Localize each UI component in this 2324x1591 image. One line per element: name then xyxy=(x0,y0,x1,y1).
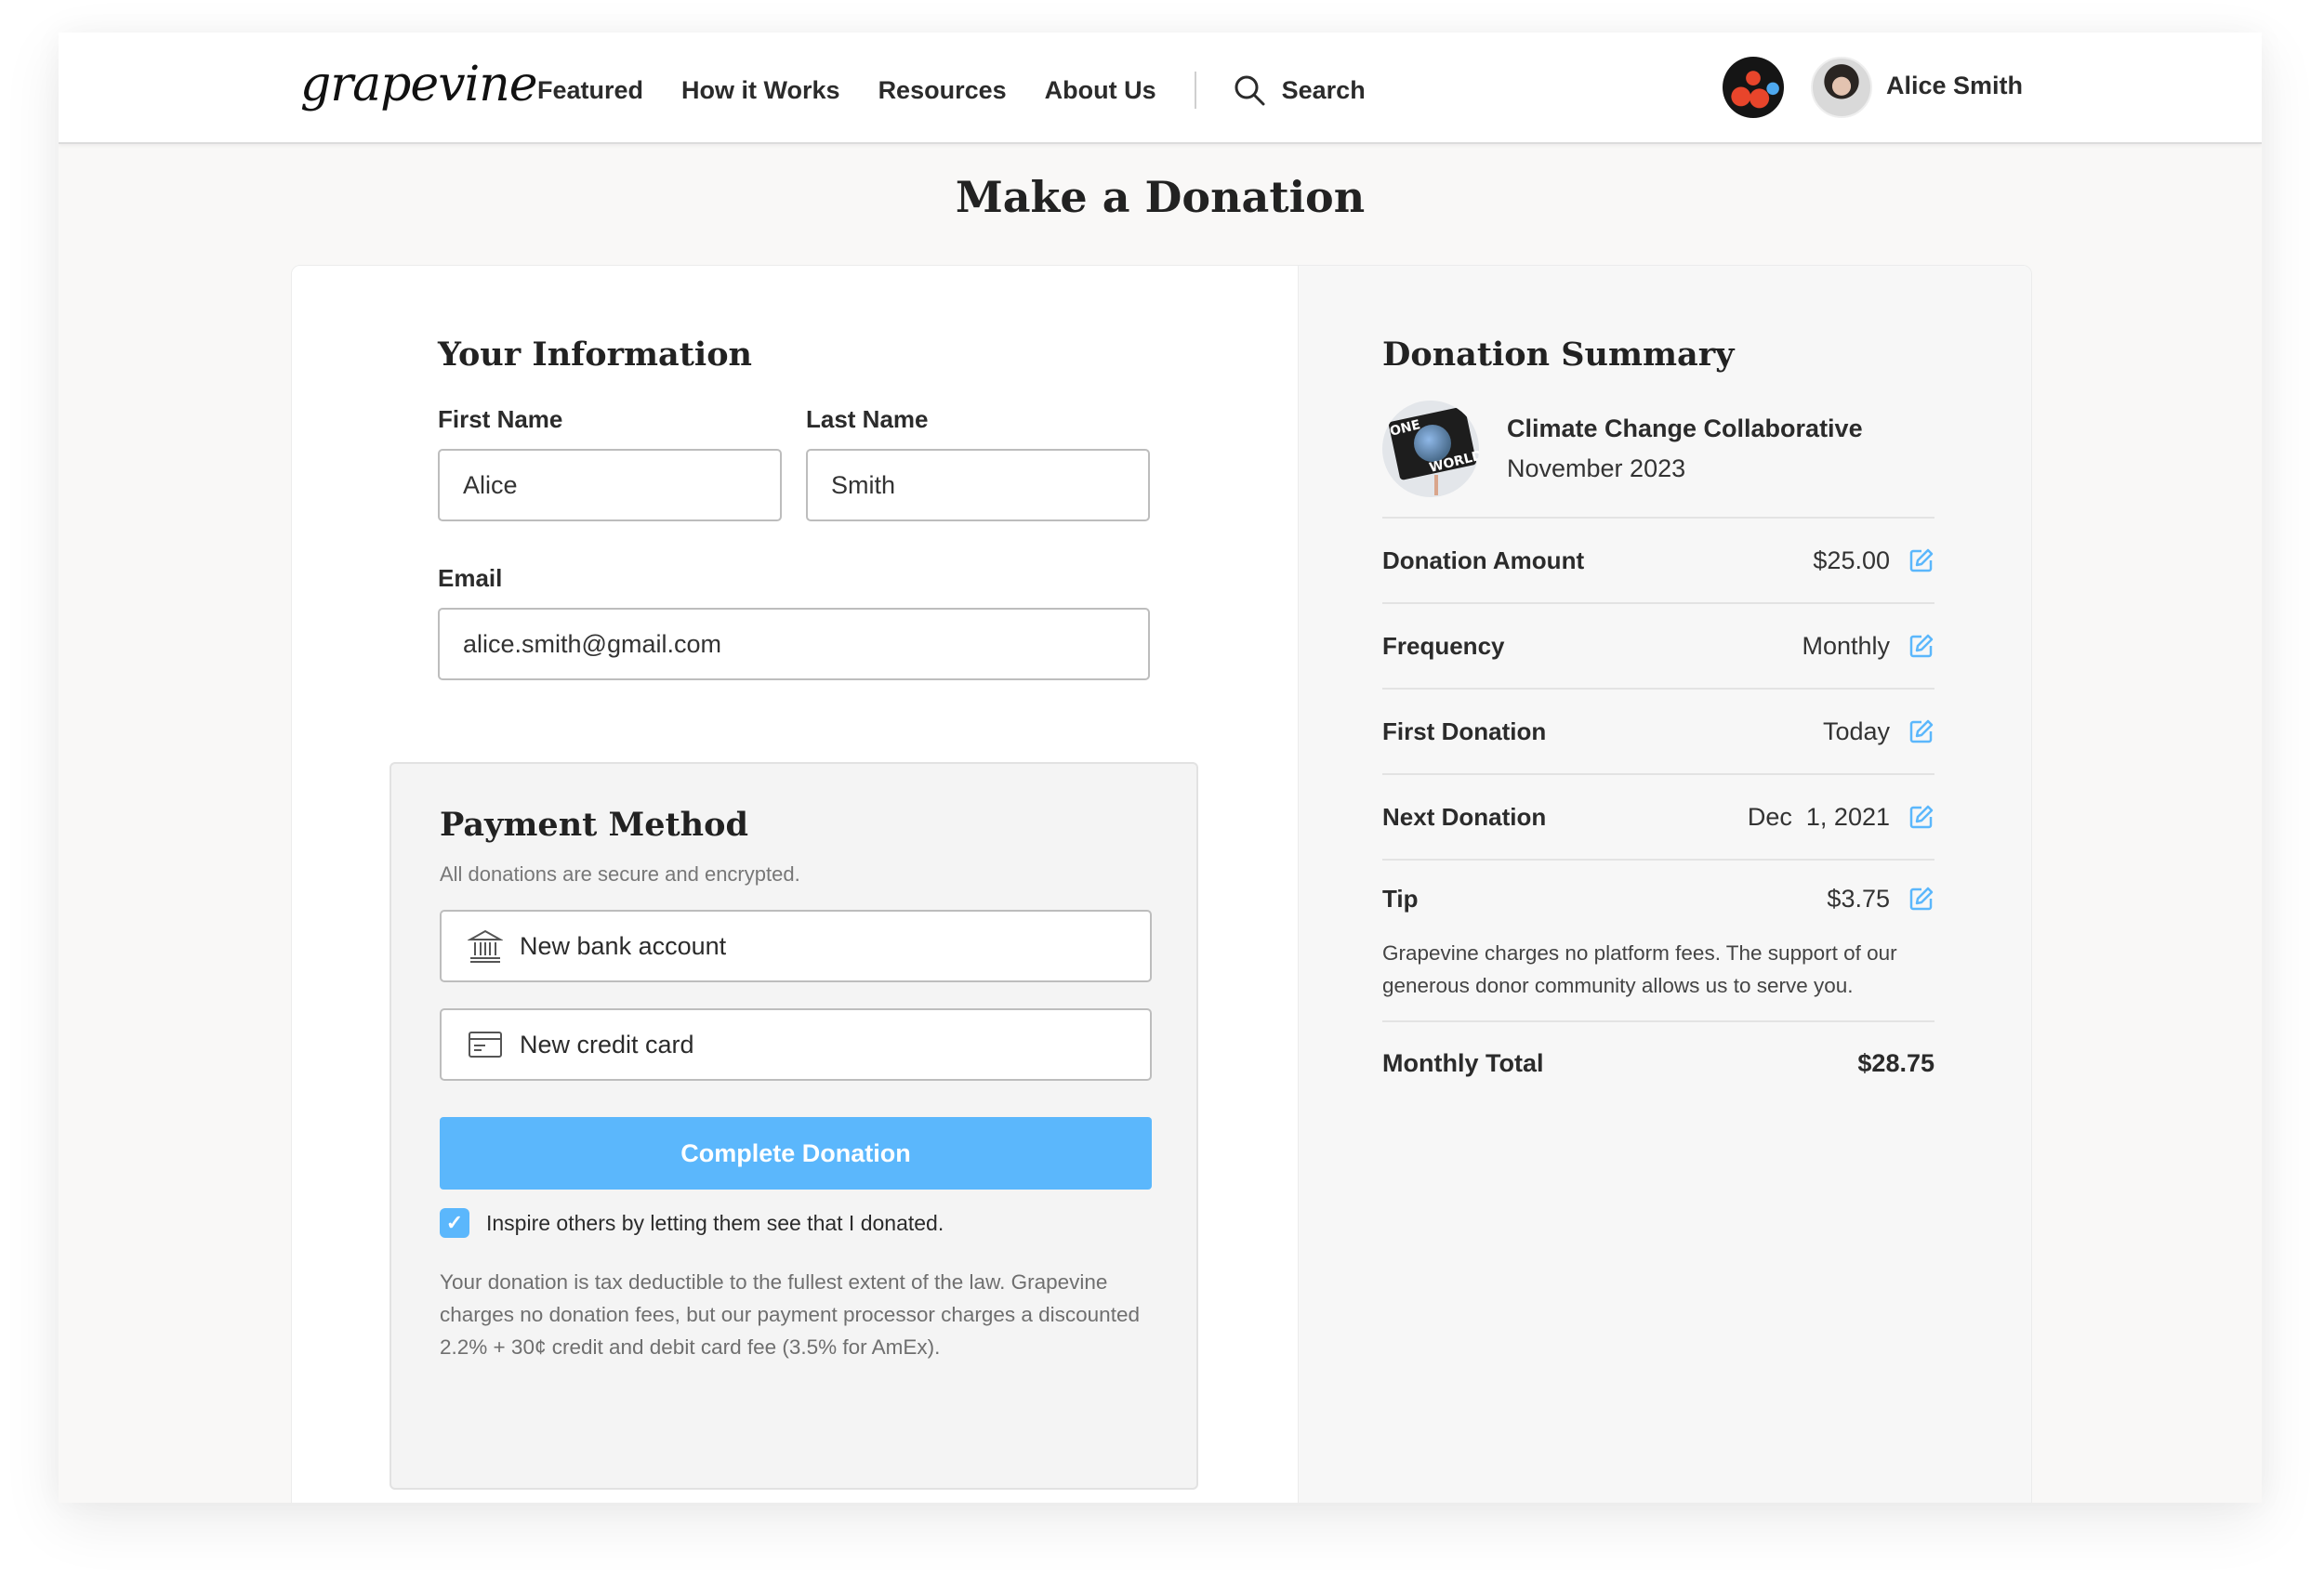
first-name-input[interactable]: Alice xyxy=(438,449,782,521)
email-label: Email xyxy=(438,564,503,592)
top-nav: grapevine Featured How it Works Resource… xyxy=(59,33,2262,144)
organization-date: November 2023 xyxy=(1507,454,1686,482)
complete-donation-button[interactable]: Complete Donation xyxy=(440,1117,1152,1190)
first-name-label: First Name xyxy=(438,405,563,433)
organization-name: Climate Change Collaborative xyxy=(1507,414,1863,442)
organization-row: ONE WORLD Climate Change Collaborative N… xyxy=(1382,401,1863,497)
credit-card-icon xyxy=(469,1032,502,1058)
monthly-total-row: Monthly Total $28.75 xyxy=(1382,1020,1934,1104)
edit-icon[interactable] xyxy=(1908,547,1934,573)
summary-row-next-donation: Next Donation Dec 1, 2021 xyxy=(1382,773,1934,859)
payment-subtitle: All donations are secure and encrypted. xyxy=(440,862,800,886)
inspire-others-label: Inspire others by letting them see that … xyxy=(486,1210,944,1235)
summary-row-donation-amount: Donation Amount $25.00 xyxy=(1382,517,1934,602)
search-button[interactable]: Search xyxy=(1234,74,1366,106)
your-information-section: Your Information First Name Alice Last N… xyxy=(292,266,1298,1503)
browser-window: grapevine Featured How it Works Resource… xyxy=(59,33,2262,1503)
donation-summary-section: Donation Summary ONE WORLD Climate Chang… xyxy=(1298,266,2031,1503)
summary-label: Tip xyxy=(1382,884,1419,913)
summary-list: Donation Amount $25.00 Frequency Monthly… xyxy=(1382,517,1934,1104)
bank-icon xyxy=(468,929,503,963)
search-label: Search xyxy=(1281,75,1366,104)
summary-label: Frequency xyxy=(1382,631,1505,660)
fee-disclaimer: Your donation is tax deductible to the f… xyxy=(440,1270,1140,1359)
payment-method-section: Payment Method All donations are secure … xyxy=(390,762,1198,1490)
summary-label: First Donation xyxy=(1382,717,1547,745)
nav-featured[interactable]: Featured xyxy=(537,76,643,105)
payment-method-title: Payment Method xyxy=(440,806,748,844)
last-name-label: Last Name xyxy=(806,405,929,433)
tip-note: Grapevine charges no platform fees. The … xyxy=(1382,941,1897,997)
edit-icon[interactable] xyxy=(1908,804,1934,830)
monthly-total-label: Monthly Total xyxy=(1382,1048,1544,1077)
organization-logo: ONE WORLD xyxy=(1382,401,1479,497)
donation-card: Your Information First Name Alice Last N… xyxy=(291,265,2032,1503)
nav-about-us[interactable]: About Us xyxy=(1045,76,1156,105)
grapevine-logo[interactable]: grapevine xyxy=(300,57,537,112)
summary-row-frequency: Frequency Monthly xyxy=(1382,602,1934,688)
main-nav: Featured How it Works Resources About Us… xyxy=(537,72,1366,109)
summary-value: Dec 1, 2021 xyxy=(1747,802,1890,831)
summary-row-tip: Tip $3.75 xyxy=(1382,859,1934,937)
your-information-title: Your Information xyxy=(438,335,752,374)
monthly-total-value: $28.75 xyxy=(1857,1048,1934,1077)
summary-value: Monthly xyxy=(1802,631,1890,660)
edit-icon[interactable] xyxy=(1908,886,1934,912)
summary-value: Today xyxy=(1822,717,1890,745)
summary-value: $3.75 xyxy=(1827,884,1890,913)
new-bank-account-option[interactable]: New bank account xyxy=(440,910,1152,982)
new-bank-account-label: New bank account xyxy=(520,931,727,960)
edit-icon[interactable] xyxy=(1908,633,1934,659)
user-name[interactable]: Alice Smith xyxy=(1886,72,2023,100)
summary-label: Next Donation xyxy=(1382,802,1547,831)
new-credit-card-label: New credit card xyxy=(520,1030,694,1058)
nav-resources[interactable]: Resources xyxy=(878,76,1007,105)
new-credit-card-option[interactable]: New credit card xyxy=(440,1008,1152,1081)
page-title: Make a Donation xyxy=(955,172,1366,222)
nav-divider xyxy=(1194,72,1196,109)
search-icon xyxy=(1235,75,1265,106)
edit-icon[interactable] xyxy=(1908,718,1934,744)
summary-label: Donation Amount xyxy=(1382,546,1585,574)
last-name-input[interactable]: Smith xyxy=(806,449,1150,521)
nav-how-it-works[interactable]: How it Works xyxy=(681,76,840,105)
inspire-others-checkbox[interactable]: ✓ xyxy=(440,1208,469,1238)
donation-summary-title: Donation Summary xyxy=(1382,335,1735,374)
email-input[interactable]: alice.smith@gmail.com xyxy=(438,608,1150,680)
organization-avatar[interactable] xyxy=(1723,57,1784,118)
summary-value: $25.00 xyxy=(1813,546,1890,574)
inspire-others-checkbox-row[interactable]: ✓ Inspire others by letting them see tha… xyxy=(440,1208,944,1238)
summary-row-first-donation: First Donation Today xyxy=(1382,688,1934,773)
user-avatar[interactable] xyxy=(1811,57,1872,118)
